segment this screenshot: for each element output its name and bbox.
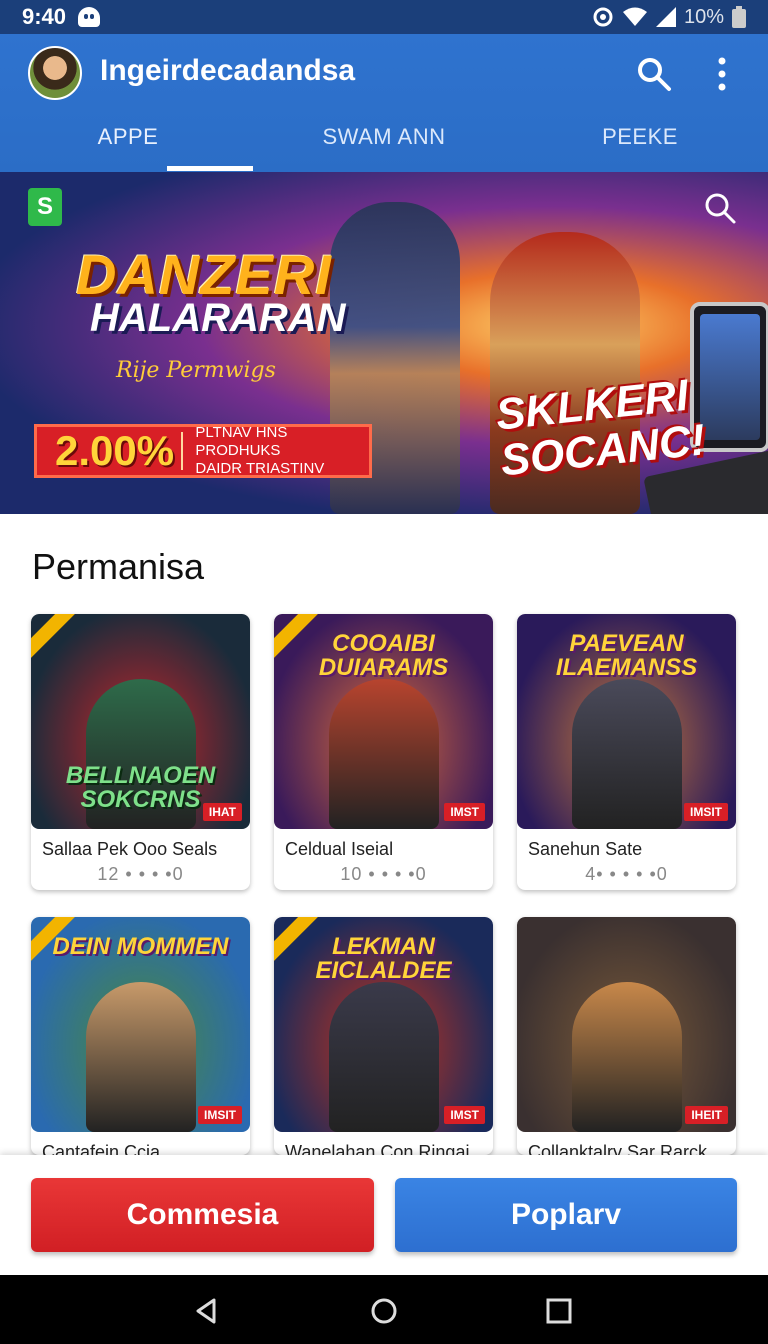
- character-figure: [85, 982, 196, 1132]
- game-name: Sallaa Pek Ooo Seals: [42, 839, 218, 859]
- game-card[interactable]: COOAIBI DUIARAMS IMST Celdual Iseial 10 • •…: [274, 614, 493, 890]
- notification-icon: [78, 7, 101, 27]
- game-name: Wanelahan Con Ringai: [285, 1142, 470, 1155]
- game-name: Cantafein Ccia: [42, 1142, 161, 1155]
- sync-icon: [593, 7, 613, 27]
- game-art-title: DEIN MOMMEN: [52, 933, 229, 960]
- game-card[interactable]: LEKMAN EICLALDEE IMST Wanelahan Con Ringai: [274, 917, 493, 1155]
- game-rating: 10 • • • •0: [340, 864, 427, 884]
- status-time: 9:40: [22, 4, 67, 29]
- zoom-icon[interactable]: [702, 190, 738, 226]
- game-card[interactable]: DEIN MOMMEN IMSIT Cantafein Ccia: [31, 917, 250, 1155]
- promo-box: 2.00% PLTNAV HNS PRODHUKS DAIDR TRIASTIN…: [34, 424, 372, 478]
- game-art-title: LEKMAN EICLALDEE: [315, 933, 452, 984]
- game-art-title: PAEVEAN ILAEMANSS: [555, 630, 698, 681]
- phone-screen-illustration: [700, 314, 760, 440]
- corner-ribbon: [31, 614, 80, 659]
- game-tag-badge: IMSIT: [684, 803, 728, 821]
- store-badge-icon: S: [28, 188, 62, 226]
- wifi-icon: [622, 7, 647, 26]
- banner-cta-text: SKLKERI SOCANC!: [494, 371, 708, 486]
- game-artwork: BELLNAOEN SOKCRNS IHAT: [31, 614, 250, 829]
- game-card[interactable]: BELLNAOEN SOKCRNS IHAT Sallaa Pek Ooo Seal…: [31, 614, 250, 890]
- app-bar: Ingeirdecadandsa APPE SWAM ANN PEEKE: [0, 34, 768, 172]
- home-icon[interactable]: [370, 1297, 398, 1325]
- promo-text: PLTNAV HNS PRODHUKS DAIDR TRIASTINV: [195, 424, 369, 478]
- more-options-icon[interactable]: [710, 56, 734, 92]
- search-icon[interactable]: [636, 56, 672, 92]
- character-figure: [328, 982, 439, 1132]
- banner-title-line2: HALARARAN: [90, 296, 346, 340]
- section-title: Permanisa: [32, 546, 205, 587]
- game-tag-badge: IMST: [444, 1106, 485, 1124]
- promo-text-line1: PLTNAV HNS PRODHUKS: [195, 424, 288, 459]
- bottom-action-bar: Commesia Poplarv: [0, 1155, 768, 1275]
- promo-banner[interactable]: S DANZERI HALARARAN Rije Permwigs 2.00% …: [0, 172, 768, 514]
- game-artwork: COOAIBI DUIARAMS IMST: [274, 614, 493, 829]
- signal-icon: [655, 7, 676, 27]
- tab-bar: APPE SWAM ANN PEEKE: [0, 116, 768, 172]
- poplarv-button[interactable]: Poplarv: [395, 1178, 737, 1252]
- character-figure: [571, 982, 682, 1132]
- system-nav-bar: [0, 1275, 768, 1344]
- game-name: Sanehun Sate: [528, 839, 643, 859]
- avatar[interactable]: [28, 46, 82, 100]
- game-card[interactable]: PAEVEAN ILAEMANSS IMSIT Sanehun Sate 4• • •…: [517, 614, 736, 890]
- recents-icon[interactable]: [545, 1297, 573, 1325]
- game-art-title: COOAIBI DUIARAMS: [318, 630, 449, 681]
- game-tag-badge: IHAT: [202, 803, 242, 821]
- game-rating: 4• • • • •0: [585, 864, 668, 884]
- game-artwork: IHEIT: [517, 917, 736, 1132]
- battery-percent: 10%: [683, 5, 724, 28]
- game-tag-badge: IMSIT: [198, 1106, 242, 1124]
- promo-text-line2: DAIDR TRIASTINV: [195, 460, 325, 477]
- status-icons: 10%: [592, 6, 746, 29]
- banner-subtitle: Rije Permwigs: [116, 358, 276, 383]
- character-figure: [328, 679, 439, 829]
- game-tag-badge: IHEIT: [685, 1106, 728, 1124]
- game-tag-badge: IMST: [444, 803, 485, 821]
- tab-indicator: [167, 166, 253, 171]
- tab-peeke[interactable]: PEEKE: [512, 116, 768, 172]
- tab-appe[interactable]: APPE: [0, 116, 256, 172]
- game-rating: 12 • • • •0: [97, 864, 184, 884]
- battery-icon: [732, 6, 746, 28]
- tab-swam-ann[interactable]: SWAM ANN: [256, 116, 512, 172]
- character-figure: [571, 679, 682, 829]
- status-bar: 9:40 10%: [0, 0, 768, 34]
- game-artwork: DEIN MOMMEN IMSIT: [31, 917, 250, 1132]
- game-artwork: LEKMAN EICLALDEE IMST: [274, 917, 493, 1132]
- app-title: Ingeirdecadandsa: [100, 54, 356, 87]
- promo-percent: 2.00%: [55, 427, 175, 474]
- commesia-button[interactable]: Commesia: [31, 1178, 374, 1252]
- game-artwork: PAEVEAN ILAEMANSS IMSIT: [517, 614, 736, 829]
- game-name: Celdual Iseial: [285, 839, 394, 859]
- game-name: Collanktalry Sar Rarck: [528, 1142, 708, 1155]
- game-card[interactable]: IHEIT Collanktalry Sar Rarck: [517, 917, 736, 1155]
- promo-divider: [181, 432, 184, 470]
- back-icon[interactable]: [192, 1297, 220, 1325]
